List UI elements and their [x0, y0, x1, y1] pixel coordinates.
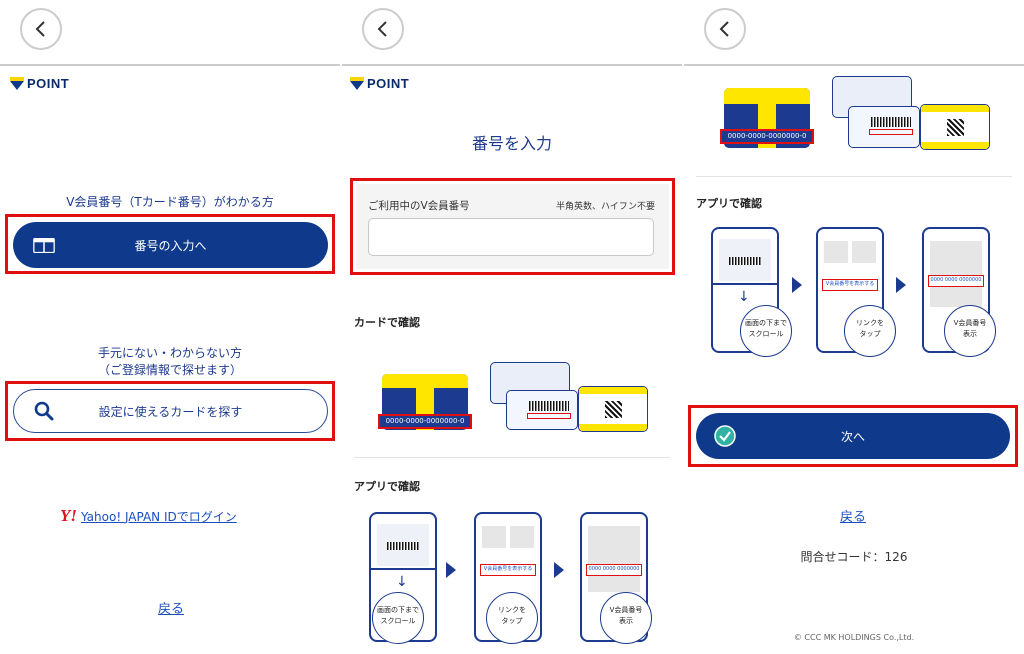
step3-caption: V会員番号 表示: [600, 592, 652, 644]
step1-line2: スクロール: [380, 617, 416, 625]
inquiry-code: 問合せコード：126: [800, 550, 908, 564]
chevron-left-icon: [377, 21, 387, 37]
unknown-label-line2: （ご登録情報で探せます）: [97, 363, 242, 377]
step2-line2: タップ: [859, 330, 881, 338]
page-title: 番号を入力: [471, 134, 552, 153]
check-circle-icon: [714, 425, 736, 447]
number-field-hint: 半角英数、ハイフン不要: [555, 202, 655, 212]
search-icon: [34, 401, 54, 421]
member-number-display: 0000 0000 0000000 0: [928, 275, 984, 287]
step-arrow-icon: [554, 562, 564, 578]
enter-number-button[interactable]: 番号の入力へ: [13, 222, 328, 268]
section-divider: [354, 457, 670, 458]
step1-line2: スクロール: [748, 330, 784, 338]
card-number-text: 0000-0000-0000000-0: [720, 129, 814, 144]
barcode-card-illustration: [848, 106, 920, 148]
v-point-logo: POINT: [10, 76, 69, 91]
step1-caption: 画面の下まで スクロール: [372, 592, 424, 644]
chevron-left-icon: [35, 21, 45, 37]
app-confirm-heading: アプリで確認: [354, 480, 420, 493]
logo-text: POINT: [367, 76, 410, 91]
panel-card-choice: POINT V会員番号（Tカード番号）がわかる方 番号の入力へ 手元にない・わか…: [0, 0, 340, 654]
next-button[interactable]: 次へ: [696, 413, 1010, 459]
v-point-logo: POINT: [350, 76, 409, 91]
step2-line1: リンクを: [498, 606, 526, 614]
panel-number-entry: POINT 番号を入力 ご利用中のV会員番号 半角英数、ハイフン不要 カードで確…: [342, 0, 682, 654]
find-card-button[interactable]: 設定に使えるカードを探す: [13, 389, 328, 433]
step2-line2: タップ: [501, 617, 523, 625]
step2-line1: リンクを: [856, 319, 884, 327]
step3-line2: 表示: [963, 330, 977, 338]
step-arrow-icon: [446, 562, 456, 578]
logo-text: POINT: [27, 76, 70, 91]
step1-line1: 画面の下まで: [377, 606, 419, 614]
yahoo-logo: Y!: [60, 506, 77, 525]
yahoo-login-row: Y! Yahoo! JAPAN IDでログイン: [60, 506, 237, 526]
step1-line1: 画面の下まで: [745, 319, 787, 327]
card-number-text: 0000-0000-0000000-0: [378, 414, 472, 429]
step2-caption: リンクを タップ: [844, 305, 896, 357]
copyright: © CCC MK HOLDINGS Co.,Ltd.: [793, 633, 915, 642]
step3-line2: 表示: [619, 617, 633, 625]
step-arrow-icon: [896, 277, 906, 293]
barcode-card-illustration: [506, 390, 578, 430]
step3-caption: V会員番号 表示: [944, 305, 996, 357]
number-field-group: ご利用中のV会員番号 半角英数、ハイフン不要: [356, 184, 669, 269]
enter-number-label: 番号の入力へ: [134, 238, 207, 253]
qr-card-illustration: [920, 104, 990, 150]
number-field-label: ご利用中のV会員番号: [368, 200, 470, 212]
back-button[interactable]: [704, 8, 746, 50]
member-number-input[interactable]: [368, 218, 654, 256]
back-button[interactable]: [362, 8, 404, 50]
unknown-label-line1: 手元にない・わからない方: [97, 346, 242, 360]
yahoo-login-link[interactable]: Yahoo! JAPAN IDでログイン: [81, 508, 237, 525]
show-number-link-text: V会員番号を表示する: [822, 279, 878, 291]
t-card-illustration: 0000-0000-0000000-0: [378, 374, 472, 430]
step3-line1: V会員番号: [953, 319, 987, 327]
member-number-display: 0000 0000 0000000 0: [586, 564, 642, 576]
find-card-label: 設定に使えるカードを探す: [98, 404, 243, 419]
back-button[interactable]: [20, 8, 62, 50]
app-confirm-heading: アプリで確認: [696, 197, 762, 210]
panel-confirm: 0000-0000-0000000-0 アプリで確認 ↓ 画面の下まで スクロー…: [684, 0, 1024, 654]
qr-card-illustration: [578, 386, 648, 432]
show-number-link-text: V会員番号を表示する: [480, 564, 536, 576]
top-bar: [342, 0, 682, 66]
know-number-label: V会員番号（Tカード番号）がわかる方: [66, 195, 274, 209]
step1-caption: 画面の下まで スクロール: [740, 305, 792, 357]
chevron-left-icon: [719, 21, 729, 37]
step-arrow-icon: [792, 277, 802, 293]
card-confirm-heading: カードで確認: [354, 316, 420, 329]
step3-line1: V会員番号: [609, 606, 643, 614]
step2-caption: リンクを タップ: [486, 592, 538, 644]
back-link[interactable]: 戻る: [840, 506, 866, 525]
t-card-illustration: 0000-0000-0000000-0: [720, 88, 814, 148]
card-icon: [33, 237, 55, 253]
section-divider: [696, 176, 1012, 177]
back-link[interactable]: 戻る: [158, 598, 184, 617]
next-label: 次へ: [840, 429, 865, 444]
top-bar: [684, 0, 1024, 66]
top-bar: [0, 0, 340, 66]
